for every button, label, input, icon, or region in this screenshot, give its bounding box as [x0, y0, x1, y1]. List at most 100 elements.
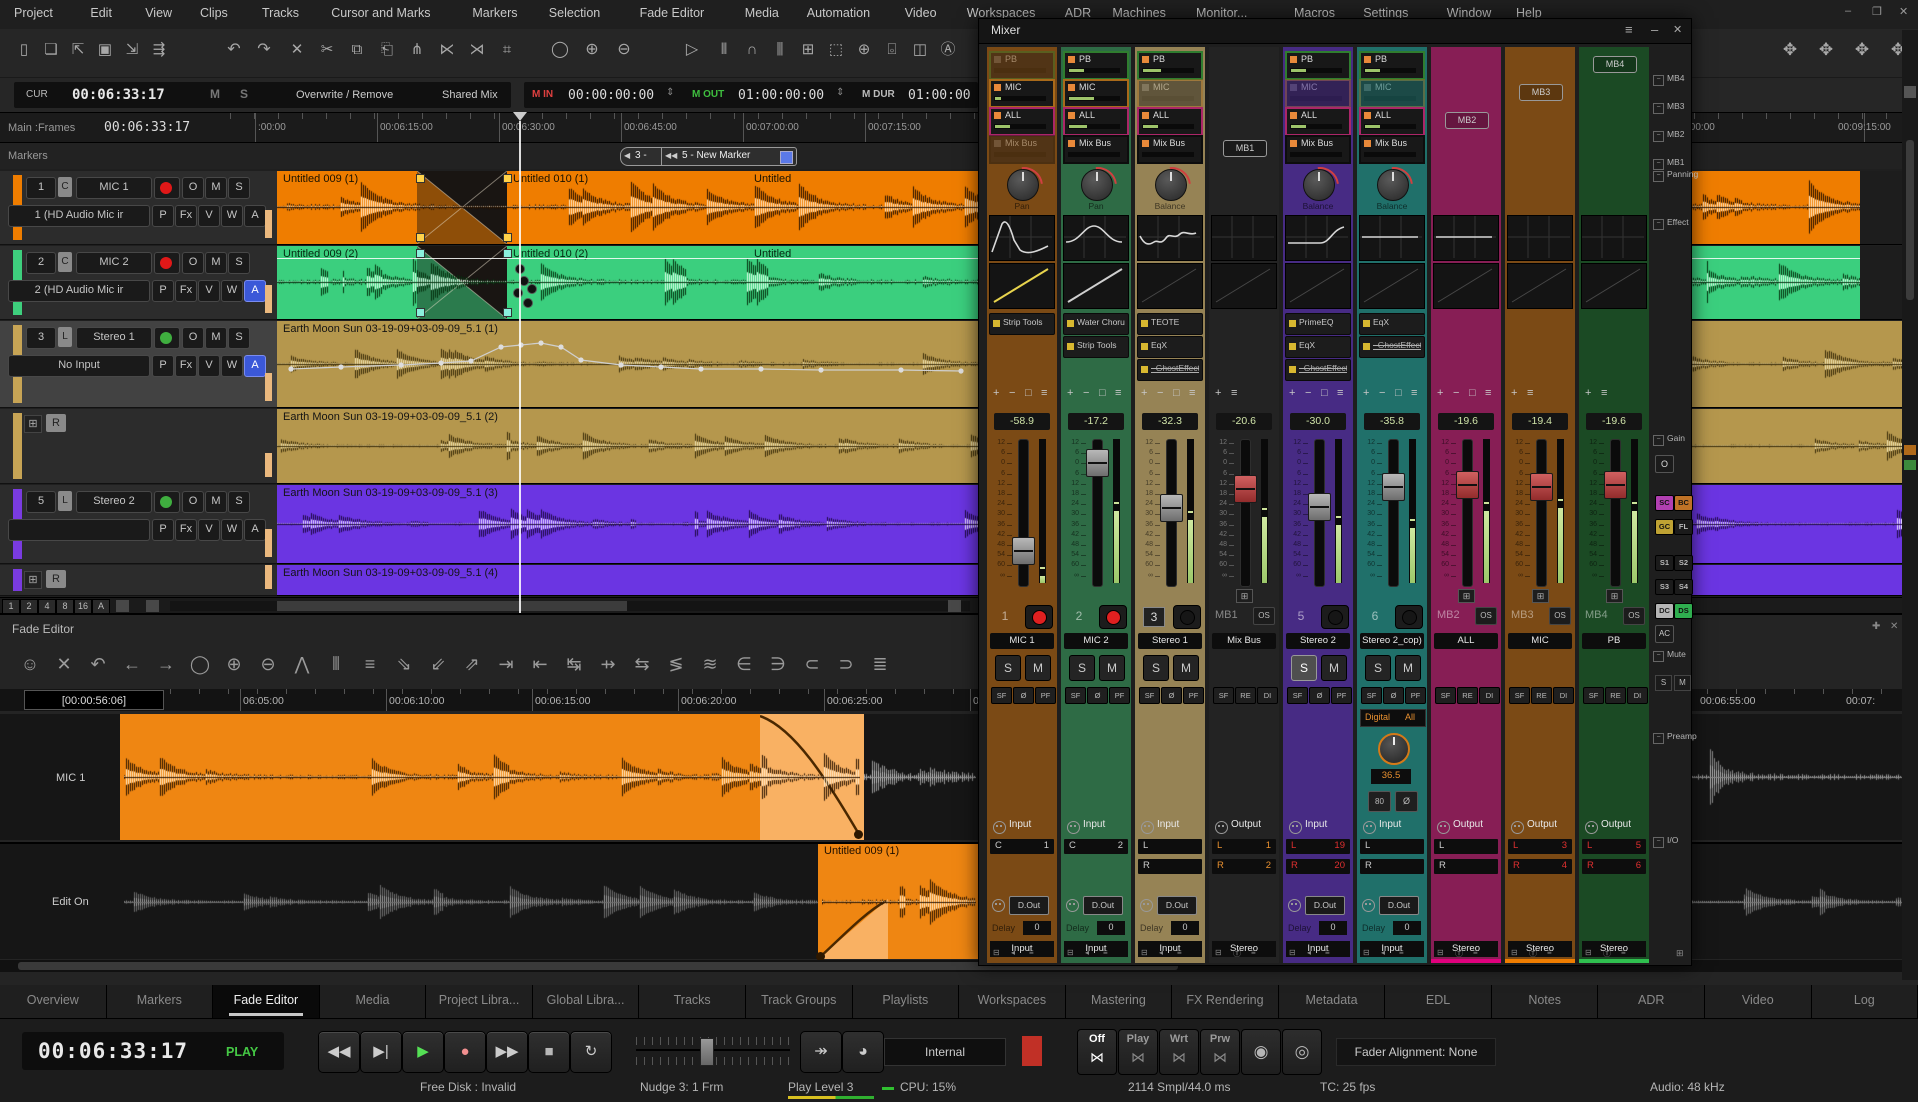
plugin-rack-button[interactable]: ≡ — [1115, 387, 1121, 399]
os-button[interactable]: OS — [1475, 607, 1497, 625]
fade-range-box[interactable]: [00:00:56:06] — [24, 690, 164, 710]
snapshot-recall-button[interactable]: ◎ — [1282, 1029, 1322, 1075]
track-right-channel-button[interactable]: R — [46, 570, 66, 588]
eq-display[interactable] — [1063, 215, 1129, 261]
plugin-slot[interactable]: EqX — [1285, 336, 1351, 358]
mixer-icon[interactable]: ⊞ — [796, 38, 820, 62]
gain-value-box[interactable]: -58.9 — [994, 413, 1050, 430]
automation-point[interactable] — [578, 357, 583, 362]
trim-end-icon[interactable]: ⋊ — [465, 38, 489, 62]
channel-ø-button[interactable]: Ø — [1161, 687, 1182, 704]
channel-name-box[interactable]: Mix Bus — [1212, 633, 1276, 649]
monitor-source-box[interactable]: Internal — [884, 1038, 1006, 1066]
channel-name-box[interactable]: MIC — [1508, 633, 1572, 649]
track-w-button[interactable]: W — [221, 205, 243, 227]
delay-value-box[interactable]: 0 — [1171, 921, 1199, 935]
video-frame-icon[interactable]: ⬚ — [824, 38, 848, 62]
track-number[interactable]: 3 — [26, 327, 56, 349]
track-w-button[interactable]: W — [221, 519, 243, 541]
plugin-rack-button[interactable]: + — [993, 387, 999, 399]
tab-media[interactable]: Media — [320, 985, 427, 1018]
automation-point[interactable] — [758, 366, 763, 371]
preamp-source-box[interactable]: DigitalAll — [1360, 709, 1426, 727]
plugin-slot[interactable]: _GhostEffect_ — [1359, 336, 1425, 358]
eq-display[interactable] — [1507, 215, 1573, 261]
io-channel-box[interactable]: L — [1138, 839, 1202, 854]
plugin-rack-button[interactable]: + — [1215, 387, 1221, 399]
track-input[interactable] — [8, 519, 150, 541]
crosshair-icon[interactable]: ⊕ — [852, 38, 876, 62]
track-a-button[interactable]: A — [244, 280, 266, 302]
track-v-button[interactable]: V — [198, 355, 220, 377]
gain-value-box[interactable]: -35.8 — [1364, 413, 1420, 430]
tab-notes[interactable]: Notes — [1492, 985, 1599, 1018]
track-link-button[interactable]: L — [58, 327, 72, 347]
marker-color-chip[interactable] — [780, 151, 793, 164]
fader-handle[interactable] — [1456, 471, 1479, 499]
fade-eq-icon[interactable]: ≣ — [866, 649, 894, 679]
track-s-button[interactable]: S — [228, 177, 250, 199]
zoom-icon[interactable]: ◯ — [548, 38, 572, 62]
dynamics-display[interactable] — [1581, 263, 1647, 309]
preamp-gain-knob[interactable] — [1378, 733, 1410, 765]
fade-log-icon[interactable]: ⇤ — [526, 649, 554, 679]
eq-display[interactable] — [1433, 215, 1499, 261]
fade-handle[interactable] — [503, 174, 512, 183]
io-channel-box[interactable]: R20 — [1286, 859, 1350, 874]
export-icon[interactable]: ⇲ — [120, 38, 144, 62]
mixer-minimize-icon[interactable]: – — [1651, 22, 1658, 37]
track-name[interactable]: MIC 2 — [76, 252, 152, 274]
plugin-rack-button[interactable]: □ — [1321, 387, 1328, 399]
collapse-icon[interactable]: − — [1653, 131, 1664, 142]
plugin-rack-button[interactable]: + — [1067, 387, 1073, 399]
automation-point[interactable] — [398, 362, 403, 367]
mark-in-value[interactable]: 00:00:00:00 — [568, 88, 654, 103]
track-fx-button[interactable]: Fx — [175, 355, 197, 377]
zoom-out-icon[interactable]: ⊖ — [612, 38, 636, 62]
automation-point[interactable] — [558, 344, 563, 349]
fader-handle[interactable] — [1308, 493, 1331, 521]
channel-sf-button[interactable]: SF — [1583, 687, 1604, 704]
io-channel-box[interactable]: C2 — [1064, 839, 1128, 854]
track-w-button[interactable]: W — [221, 355, 243, 377]
send-slot-mix-bus[interactable]: Mix Bus — [1285, 135, 1351, 164]
cut-icon[interactable]: ✂ — [315, 38, 339, 62]
record-arm-button[interactable] — [1173, 605, 1201, 629]
send-slot-mix-bus[interactable]: Mix Bus — [1359, 135, 1425, 164]
master-section-mb3[interactable]: MB3 — [1667, 101, 1684, 111]
asym-icon[interactable]: ≋ — [696, 649, 724, 679]
play-level-status[interactable]: Play Level 3 — [788, 1080, 853, 1094]
tab-project-libra-[interactable]: Project Libra... — [426, 985, 533, 1018]
track-fx-button[interactable]: Fx — [175, 280, 197, 302]
track-m-button[interactable]: M — [205, 177, 227, 199]
menu-item-cursor-and-marks[interactable]: Cursor and Marks — [331, 6, 430, 20]
collapse-icon[interactable]: − — [1653, 435, 1664, 446]
preamp-gain-box[interactable]: 36.5 — [1371, 769, 1411, 784]
rail-button[interactable] — [1904, 86, 1916, 98]
strip-footer-icon[interactable]: ≡ — [1399, 948, 1404, 957]
plugin-slot[interactable]: Strip Tools — [1063, 336, 1129, 358]
track-right-channel-button[interactable]: R — [46, 414, 66, 432]
plugin-rack-button[interactable]: ≡ — [1485, 387, 1491, 399]
strip-footer-icon[interactable]: ⊟ — [1437, 948, 1444, 957]
trim-start-icon[interactable]: ⋉ — [435, 38, 459, 62]
channel-name-box[interactable]: ALL — [1434, 633, 1498, 649]
delay-value-box[interactable]: 0 — [1023, 921, 1051, 935]
dynamics-display[interactable] — [1211, 263, 1277, 309]
plugin-rack-button[interactable]: − — [1083, 387, 1089, 399]
strip-footer-icon[interactable]: ⊟ — [1067, 948, 1074, 957]
delete-icon[interactable]: ✕ — [285, 38, 309, 62]
io-channel-box[interactable]: L19 — [1286, 839, 1350, 854]
track-link-button[interactable]: C — [58, 252, 72, 272]
master-section-io[interactable]: I/O — [1667, 835, 1678, 845]
collapse-icon[interactable]: − — [1653, 159, 1664, 170]
stop-button[interactable]: ■ — [528, 1031, 570, 1073]
bus-label-pill[interactable]: MB3 — [1519, 84, 1563, 101]
send-slot-pb[interactable]: PB — [1285, 51, 1351, 80]
scrub-icon[interactable]: ∩ — [740, 38, 764, 62]
track-m-button[interactable]: M — [205, 252, 227, 274]
automation-point[interactable] — [958, 368, 963, 373]
track-link-button[interactable]: C — [58, 177, 72, 197]
fader-handle[interactable] — [1012, 537, 1035, 565]
fade-edge-icon[interactable]: ∈ — [730, 649, 758, 679]
